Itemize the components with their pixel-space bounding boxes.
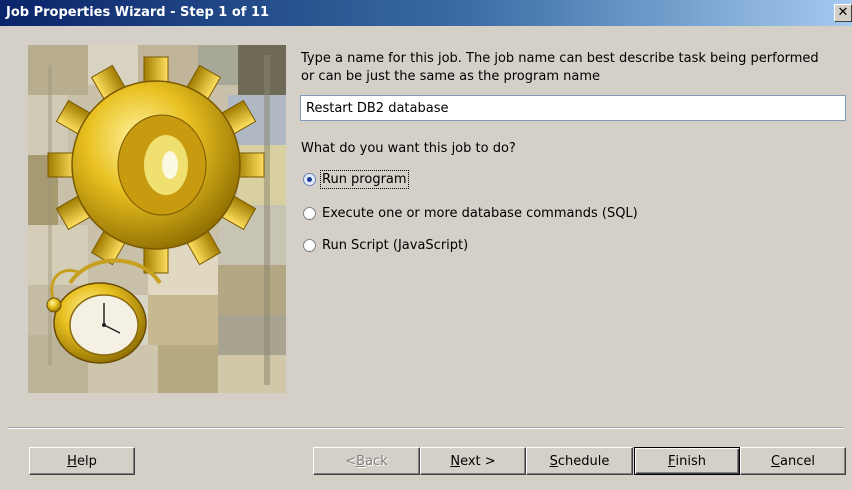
radio-button[interactable] xyxy=(303,238,316,252)
back-button[interactable]: < Back xyxy=(313,447,420,475)
help-label-post: elp xyxy=(76,453,97,469)
job-name-input[interactable] xyxy=(300,95,846,121)
finish-label-mnemonic: F xyxy=(668,453,676,469)
cancel-button[interactable]: Cancel xyxy=(740,447,846,475)
radio-execute-sql[interactable]: Execute one or more database commands (S… xyxy=(303,203,638,223)
radio-run-program[interactable]: Run program xyxy=(303,169,409,189)
radio-label-run-script[interactable]: Run Script (JavaScript) xyxy=(322,238,468,253)
cancel-label-post: ancel xyxy=(780,453,816,469)
next-label-post: ext > xyxy=(460,453,496,469)
wizard-artwork xyxy=(28,45,286,393)
radio-button[interactable] xyxy=(303,206,316,220)
job-type-question: What do you want this job to do? xyxy=(301,141,516,156)
next-button[interactable]: Next > xyxy=(420,447,526,475)
job-name-prompt: Type a name for this job. The job name c… xyxy=(301,51,819,84)
back-label-post: ack xyxy=(365,453,388,469)
finish-button[interactable]: Finish xyxy=(634,447,740,475)
help-label-mnemonic: H xyxy=(67,453,77,469)
schedule-label-mnemonic: S xyxy=(549,453,558,469)
window-title: Job Properties Wizard - Step 1 of 11 xyxy=(6,5,270,20)
schedule-label-post: chedule xyxy=(557,453,610,469)
button-separator xyxy=(8,427,844,429)
radio-run-script[interactable]: Run Script (JavaScript) xyxy=(303,235,468,255)
next-label-mnemonic: N xyxy=(450,453,461,469)
schedule-button[interactable]: Schedule xyxy=(526,447,633,475)
close-icon: ✕ xyxy=(837,5,849,20)
cancel-label-mnemonic: C xyxy=(770,453,781,469)
finish-label-post: inish xyxy=(675,453,706,469)
back-label-pre: < xyxy=(345,453,357,469)
radio-label-run-program[interactable]: Run program xyxy=(320,169,409,189)
help-button[interactable]: Help xyxy=(29,447,135,475)
radio-button-checked[interactable] xyxy=(303,172,316,186)
radio-label-execute-sql[interactable]: Execute one or more database commands (S… xyxy=(322,206,638,221)
close-button[interactable]: ✕ xyxy=(834,4,852,22)
back-label-mnemonic: B xyxy=(356,453,366,469)
title-bar: Job Properties Wizard - Step 1 of 11 ✕ xyxy=(0,0,852,26)
